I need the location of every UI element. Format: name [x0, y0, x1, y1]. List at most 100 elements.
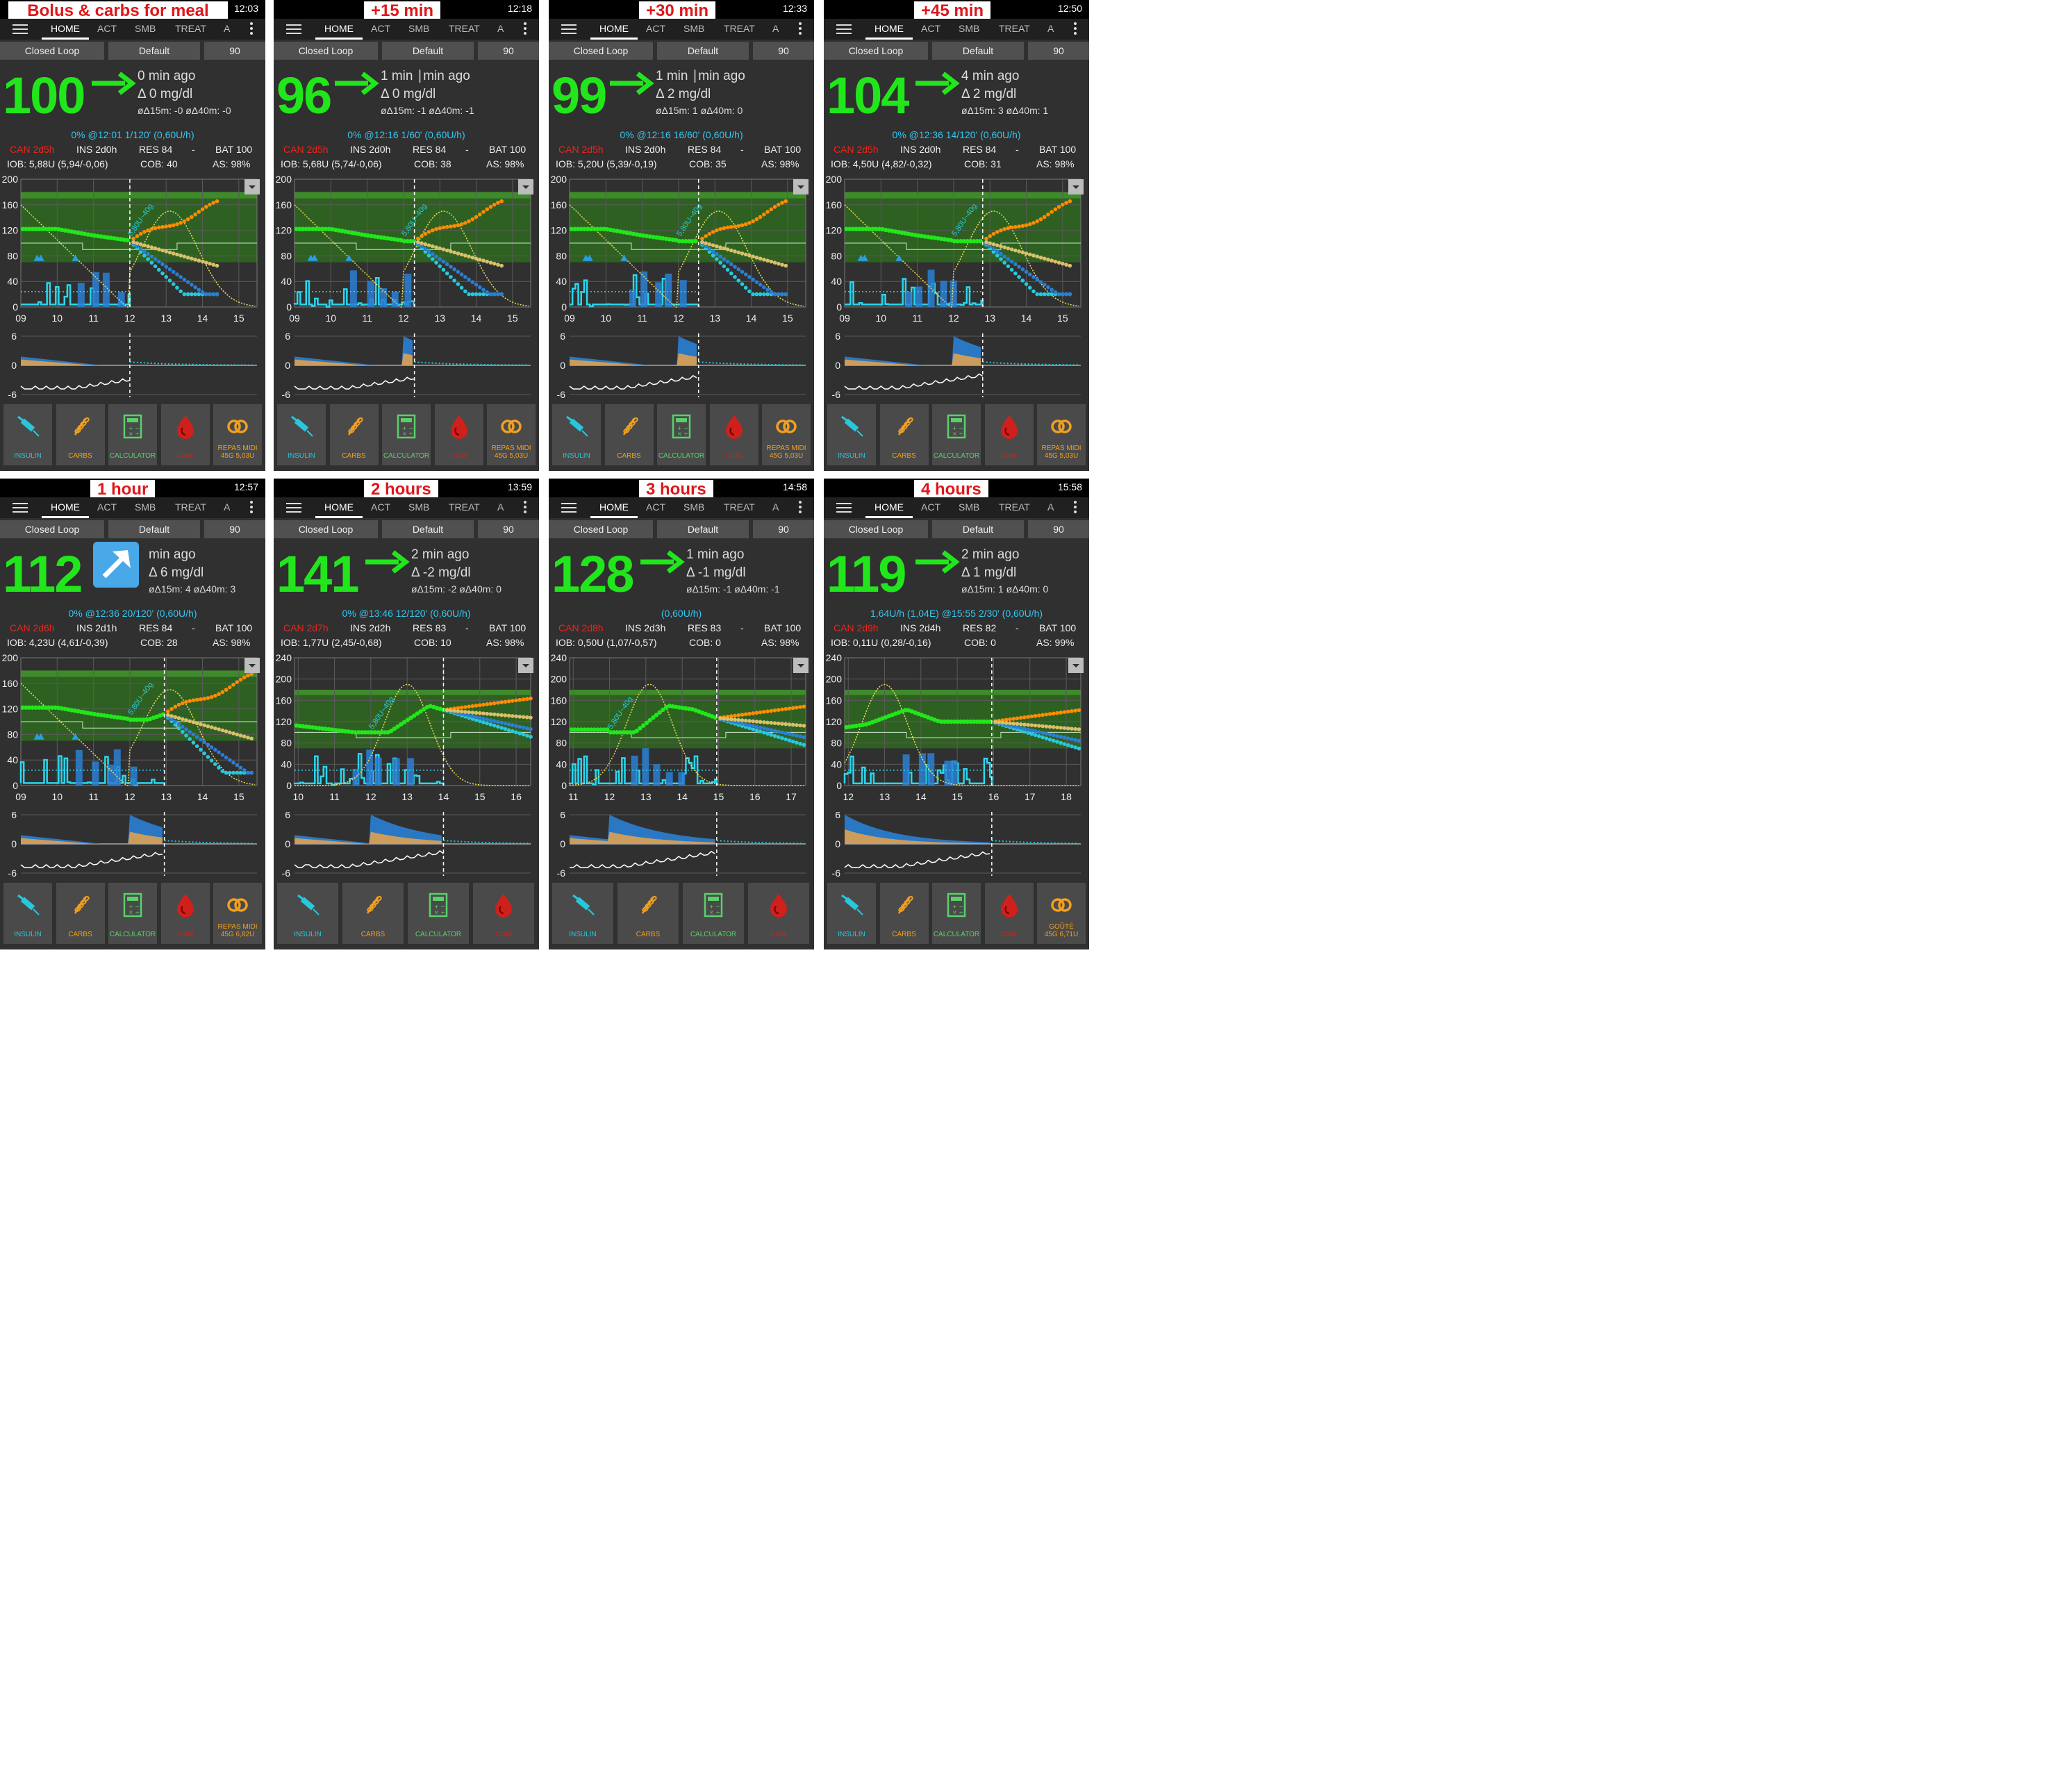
tab-act[interactable]: ACT — [97, 23, 117, 34]
more-options-icon[interactable] — [799, 501, 802, 515]
tab-home[interactable]: HOME — [324, 501, 354, 513]
profile-button[interactable]: Default — [108, 42, 200, 60]
tab-act[interactable]: ACT — [371, 501, 390, 513]
carbs-button[interactable]: CARBS — [879, 404, 929, 465]
tab-treat[interactable]: TREAT — [724, 501, 755, 513]
carbs-button[interactable]: CARBS — [56, 404, 105, 465]
bg-chart[interactable]: 2402001601208040011 12 13 14 15 16 175,80U~40g — [549, 652, 814, 806]
insulin-button[interactable]: INSULIN — [277, 883, 338, 944]
loop-mode-button[interactable]: Closed Loop — [0, 520, 104, 538]
more-options-icon[interactable] — [1074, 501, 1077, 515]
tab-treat[interactable]: TREAT — [999, 23, 1030, 34]
insulin-button[interactable]: INSULIN — [552, 404, 601, 465]
loop-mode-button[interactable]: Closed Loop — [274, 520, 378, 538]
temp-target-button[interactable]: 90 — [753, 520, 814, 538]
carbs-button[interactable]: CARBS — [342, 883, 404, 944]
profile-button[interactable]: Default — [932, 42, 1024, 60]
more-options-icon[interactable] — [524, 501, 527, 515]
meal-button[interactable]: GOÛTÉ 45G 6,71U — [1037, 883, 1086, 944]
menu-icon[interactable] — [13, 503, 28, 513]
tab-treat[interactable]: TREAT — [999, 501, 1030, 513]
calculator-button[interactable]: + − × ÷ CALCULATOR — [657, 404, 706, 465]
tab-smb[interactable]: SMB — [135, 23, 156, 34]
loop-mode-button[interactable]: Closed Loop — [824, 520, 928, 538]
tab-home[interactable]: HOME — [324, 23, 354, 34]
profile-button[interactable]: Default — [108, 520, 200, 538]
temp-target-button[interactable]: 90 — [478, 42, 539, 60]
profile-button[interactable]: Default — [932, 520, 1024, 538]
insulin-button[interactable]: INSULIN — [827, 883, 876, 944]
tab-home[interactable]: HOME — [599, 501, 629, 513]
menu-icon[interactable] — [561, 503, 577, 513]
tab-home[interactable]: HOME — [599, 23, 629, 34]
tab-a[interactable]: A — [224, 501, 230, 513]
tab-treat[interactable]: TREAT — [449, 501, 480, 513]
tab-home[interactable]: HOME — [874, 23, 904, 34]
tab-treat[interactable]: TREAT — [449, 23, 480, 34]
cgm-button[interactable]: CGM — [160, 404, 210, 465]
tab-a[interactable]: A — [497, 23, 504, 34]
cgm-button[interactable]: CGM — [709, 404, 758, 465]
tab-smb[interactable]: SMB — [959, 501, 979, 513]
temp-target-button[interactable]: 90 — [204, 42, 265, 60]
profile-button[interactable]: Default — [382, 520, 474, 538]
bg-chart[interactable]: 2001601208040009 10 11 12 13 14 155,80U~40g — [0, 652, 265, 806]
insulin-button[interactable]: INSULIN — [3, 404, 52, 465]
meal-button[interactable]: REPAS MIDI 45G 5,03U — [487, 404, 536, 465]
meal-button[interactable]: REPAS MIDI 45G 5,03U — [213, 404, 262, 465]
meal-button[interactable]: REPAS MIDI 45G 5,03U — [762, 404, 811, 465]
tab-home[interactable]: HOME — [874, 501, 904, 513]
tab-smb[interactable]: SMB — [135, 501, 156, 513]
cgm-button[interactable]: CGM — [473, 883, 534, 944]
menu-icon[interactable] — [286, 24, 301, 34]
insulin-button[interactable]: INSULIN — [552, 883, 613, 944]
more-options-icon[interactable] — [1074, 22, 1077, 36]
bg-chart[interactable]: 2001601208040009 10 11 12 13 14 155,80U~40g — [274, 174, 539, 328]
tab-a[interactable]: A — [772, 501, 779, 513]
temp-target-button[interactable]: 90 — [1028, 42, 1089, 60]
insulin-button[interactable]: INSULIN — [827, 404, 876, 465]
cgm-button[interactable]: CGM — [748, 883, 809, 944]
bg-chart[interactable]: 2001601208040009 10 11 12 13 14 155,80U~40g — [0, 174, 265, 328]
calculator-button[interactable]: + − × ÷ CALCULATOR — [382, 404, 431, 465]
calculator-button[interactable]: + − × ÷ CALCULATOR — [108, 883, 157, 944]
loop-mode-button[interactable]: Closed Loop — [0, 42, 104, 60]
tab-smb[interactable]: SMB — [683, 501, 704, 513]
tab-treat[interactable]: TREAT — [175, 23, 206, 34]
meal-button[interactable]: REPAS MIDI 45G 6,82U — [213, 883, 262, 944]
insulin-button[interactable]: INSULIN — [3, 883, 52, 944]
loop-mode-button[interactable]: Closed Loop — [274, 42, 378, 60]
bg-chart[interactable]: 2001601208040009 10 11 12 13 14 155,80U~40g — [549, 174, 814, 328]
more-options-icon[interactable] — [524, 22, 527, 36]
calculator-button[interactable]: + − × ÷ CALCULATOR — [408, 883, 469, 944]
tab-home[interactable]: HOME — [51, 501, 80, 513]
bg-chart[interactable]: 240 200 160 120 80 40 012 13 14 15 16 17 18 — [824, 652, 1089, 806]
tab-a[interactable]: A — [772, 23, 779, 34]
tab-a[interactable]: A — [497, 501, 504, 513]
menu-icon[interactable] — [836, 24, 852, 34]
calculator-button[interactable]: + − × ÷ CALCULATOR — [932, 883, 981, 944]
tab-treat[interactable]: TREAT — [724, 23, 755, 34]
cgm-button[interactable]: CGM — [984, 883, 1034, 944]
tab-a[interactable]: A — [1047, 501, 1054, 513]
carbs-button[interactable]: CARBS — [604, 404, 654, 465]
tab-act[interactable]: ACT — [97, 501, 117, 513]
tab-smb[interactable]: SMB — [408, 501, 429, 513]
more-options-icon[interactable] — [250, 501, 253, 515]
tab-a[interactable]: A — [224, 23, 230, 34]
temp-target-button[interactable]: 90 — [1028, 520, 1089, 538]
tab-a[interactable]: A — [1047, 23, 1054, 34]
tab-home[interactable]: HOME — [51, 23, 80, 34]
cgm-button[interactable]: CGM — [434, 404, 483, 465]
carbs-button[interactable]: CARBS — [879, 883, 929, 944]
tab-smb[interactable]: SMB — [683, 23, 704, 34]
more-options-icon[interactable] — [250, 22, 253, 36]
profile-button[interactable]: Default — [657, 42, 749, 60]
tab-act[interactable]: ACT — [371, 23, 390, 34]
cgm-button[interactable]: CGM — [160, 883, 210, 944]
calculator-button[interactable]: + − × ÷ CALCULATOR — [108, 404, 157, 465]
carbs-button[interactable]: CARBS — [56, 883, 105, 944]
calculator-button[interactable]: + − × ÷ CALCULATOR — [683, 883, 744, 944]
temp-target-button[interactable]: 90 — [204, 520, 265, 538]
tab-smb[interactable]: SMB — [408, 23, 429, 34]
